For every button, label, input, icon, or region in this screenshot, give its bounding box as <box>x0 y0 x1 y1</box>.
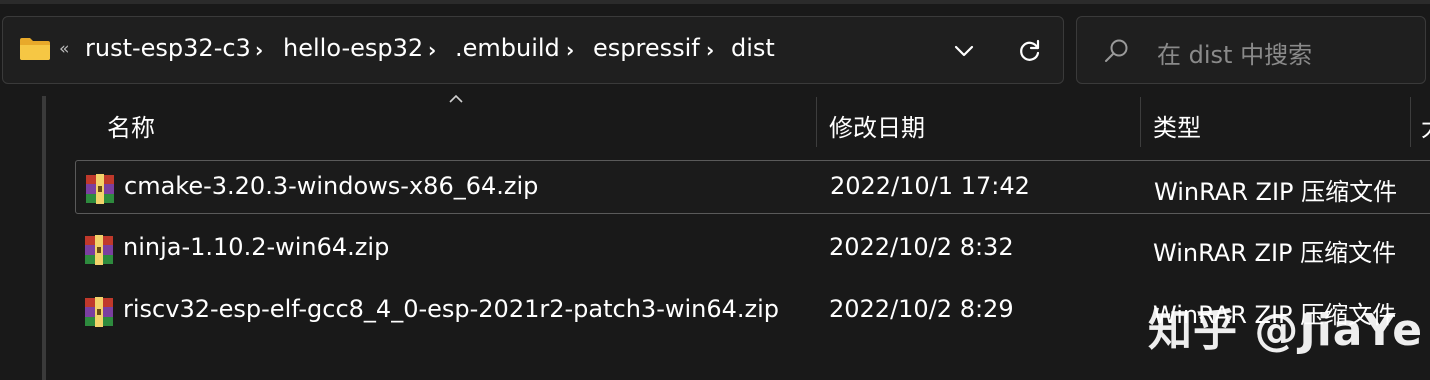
column-header-size[interactable]: 大 <box>1421 108 1430 143</box>
column-divider[interactable] <box>816 97 817 147</box>
breadcrumb-chevron-icon[interactable]: › <box>706 38 714 62</box>
file-row[interactable]: ninja-1.10.2-win64.zip 2022/10/2 8:32 Wi… <box>75 222 1430 276</box>
breadcrumb-item-hello-esp32[interactable]: hello-esp32 <box>283 34 423 62</box>
search-icon <box>1105 39 1128 62</box>
breadcrumb-item-dist[interactable]: dist <box>731 34 775 62</box>
sort-ascending-icon <box>449 94 463 103</box>
breadcrumb-chevron-icon[interactable]: › <box>566 38 574 62</box>
file-name: cmake-3.20.3-windows-x86_64.zip <box>124 172 539 200</box>
file-date: 2022/10/2 8:29 <box>829 295 1014 323</box>
column-divider[interactable] <box>1140 97 1141 147</box>
breadcrumb-chevron-icon[interactable]: › <box>428 38 436 62</box>
window-top-border <box>0 0 1430 4</box>
file-type: WinRAR ZIP 压缩文件 <box>1154 178 1398 206</box>
breadcrumb-item-espressif[interactable]: espressif <box>593 34 700 62</box>
winrar-zip-icon <box>85 297 113 327</box>
folder-icon <box>20 38 50 60</box>
column-divider[interactable] <box>1410 97 1411 147</box>
breadcrumb-item-embuild[interactable]: .embuild <box>455 34 560 62</box>
navigation-pane-scrollbar[interactable] <box>42 96 46 380</box>
refresh-icon[interactable] <box>1013 35 1047 67</box>
file-type: WinRAR ZIP 压缩文件 <box>1153 239 1397 267</box>
search-placeholder: 在 dist 中搜索 <box>1157 41 1313 69</box>
winrar-zip-icon <box>86 174 114 204</box>
column-header-date[interactable]: 修改日期 <box>829 108 925 143</box>
column-header-type[interactable]: 类型 <box>1153 108 1201 143</box>
file-name: ninja-1.10.2-win64.zip <box>123 233 390 261</box>
file-name: riscv32-esp-elf-gcc8_4_0-esp-2021r2-patc… <box>123 295 780 323</box>
file-date: 2022/10/1 17:42 <box>830 172 1030 200</box>
chevron-down-icon[interactable] <box>947 35 981 67</box>
winrar-zip-icon <box>85 235 113 265</box>
file-row[interactable]: cmake-3.20.3-windows-x86_64.zip 2022/10/… <box>75 160 1430 214</box>
breadcrumb-overflow[interactable]: « <box>59 39 69 59</box>
column-header-name[interactable]: 名称 <box>107 108 155 143</box>
search-box[interactable]: 在 dist 中搜索 <box>1076 16 1426 84</box>
breadcrumb-chevron-icon[interactable]: › <box>255 38 263 62</box>
file-date: 2022/10/2 8:32 <box>829 233 1014 261</box>
address-bar[interactable]: « rust-esp32-c3 › hello-esp32 › .embuild… <box>2 16 1064 84</box>
watermark: 知乎 @JiaYe <box>1148 305 1424 356</box>
breadcrumb-item-rust-esp32-c3[interactable]: rust-esp32-c3 <box>85 34 251 62</box>
